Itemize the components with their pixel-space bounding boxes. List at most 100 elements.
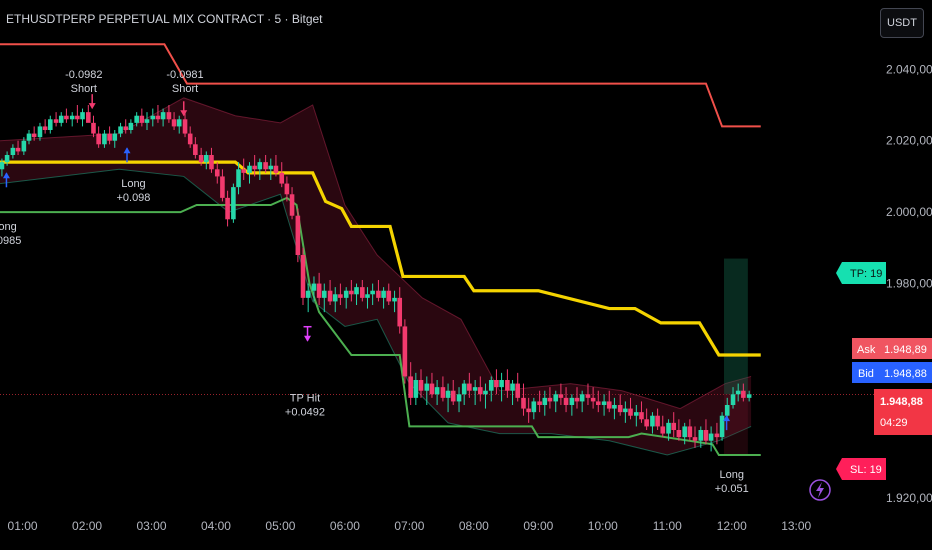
candle-body: [542, 397, 548, 405]
band-fill: [0, 97, 752, 455]
candle-body: [166, 112, 172, 120]
candle-body: [472, 387, 478, 391]
candle-body: [311, 283, 317, 291]
candle-body: [176, 119, 182, 127]
candle-body: [225, 197, 230, 220]
x-tick-label: 06:00: [330, 519, 360, 533]
lightning-icon[interactable]: [809, 479, 831, 501]
candle-body: [445, 390, 451, 398]
candle-body: [595, 401, 601, 405]
candle-body: [349, 290, 354, 295]
candle-body: [69, 115, 75, 120]
candle-body: [64, 115, 69, 120]
price-chart[interactable]: -0.0982 Short -0.0981 Short Long +0.098 Long 0.…: [0, 0, 932, 550]
candle-body: [360, 287, 365, 298]
candle-body: [526, 408, 531, 413]
annotation-text: +0.098: [116, 192, 150, 204]
candle-body: [171, 119, 177, 127]
candle-body: [15, 147, 21, 152]
sl-tag[interactable]: SL: 19: [836, 458, 886, 480]
candle-body: [714, 433, 720, 438]
candle-body: [418, 380, 424, 391]
candle-body: [160, 112, 166, 120]
candle-body: [569, 397, 575, 405]
candle-body: [144, 119, 150, 123]
candle-body: [735, 390, 741, 395]
candle-body: [698, 430, 704, 441]
candle-body: [80, 112, 85, 120]
candle-body: [563, 397, 569, 405]
candle-body: [585, 394, 591, 398]
x-tick-label: 07:00: [394, 519, 424, 533]
take-profit-zone: [724, 258, 748, 395]
candle-body: [606, 401, 612, 409]
candle-body: [214, 169, 220, 177]
candle-body: [75, 115, 80, 120]
candle-body: [531, 401, 537, 413]
candle-body: [687, 426, 693, 438]
x-tick-label: 01:00: [8, 519, 38, 533]
annotation-text: Long: [121, 178, 145, 190]
candle-body: [397, 297, 403, 327]
candle-body: [612, 405, 617, 409]
candle-body: [305, 290, 311, 298]
candle-body: [666, 422, 671, 434]
candle-body: [424, 383, 430, 391]
candle-body: [47, 119, 53, 130]
time-axis: 01:00 02:00 03:00 04:00 05:00 06:00 07:00 08:00…: [8, 519, 812, 533]
tp-label: TP: 19: [850, 268, 882, 280]
candle-body: [236, 169, 241, 188]
candle-body: [102, 133, 107, 145]
candle-body: [730, 394, 736, 405]
indicator-lines: [0, 43, 761, 456]
candle-body: [343, 290, 349, 298]
candle-body: [601, 401, 607, 405]
bar-countdown: 04:29: [880, 417, 908, 429]
candle-body: [488, 380, 494, 391]
candle-body: [252, 165, 257, 170]
annotation-text: TP Hit: [290, 392, 320, 404]
candle-body: [628, 408, 633, 416]
annotation-text: Long: [0, 221, 17, 233]
candle-body: [370, 290, 375, 295]
candle-body: [284, 183, 290, 195]
candle-body: [703, 430, 709, 441]
candle-body: [590, 397, 596, 402]
candle-body: [478, 387, 483, 395]
candle-body: [450, 390, 456, 402]
candle-body: [338, 294, 343, 298]
candle-body: [26, 133, 32, 141]
price-axis: 2.040,00 2.020,00 2.000,00 1.980,00 1.920,00: [886, 62, 932, 505]
candle-body: [107, 133, 112, 141]
candle-body: [724, 405, 730, 416]
y-tick-label: 2.000,00: [886, 205, 932, 219]
x-tick-label: 08:00: [459, 519, 489, 533]
candle-body: [623, 408, 628, 413]
candle-body: [574, 397, 580, 402]
candle-body: [413, 380, 419, 398]
annotation-text: +0.0492: [285, 406, 325, 418]
short-arrow-head: [88, 103, 96, 110]
candle-body: [42, 126, 48, 130]
tp-hit-marker-head: [304, 335, 312, 342]
y-tick-label: 2.040,00: [886, 62, 932, 76]
x-tick-label: 02:00: [72, 519, 102, 533]
candle-body: [671, 422, 677, 430]
candle-body: [537, 401, 542, 405]
resistance-line: [0, 43, 761, 128]
candle-body: [558, 394, 564, 398]
candle-body: [650, 415, 655, 427]
annotation-text: 0.0985: [0, 235, 21, 247]
candle-body: [155, 115, 161, 120]
bid-tag: Bid 1.948,88: [852, 362, 932, 383]
candle-body: [354, 287, 359, 295]
candle-body: [204, 155, 209, 163]
annotation-text: Long: [719, 469, 743, 481]
candle-body: [128, 122, 134, 130]
candle-body: [139, 115, 145, 123]
y-tick-label: 2.020,00: [886, 134, 932, 148]
candle-body: [579, 394, 585, 402]
candle-body: [553, 394, 559, 402]
tp-tag[interactable]: TP: 19: [836, 262, 886, 284]
candle-body: [499, 380, 504, 388]
